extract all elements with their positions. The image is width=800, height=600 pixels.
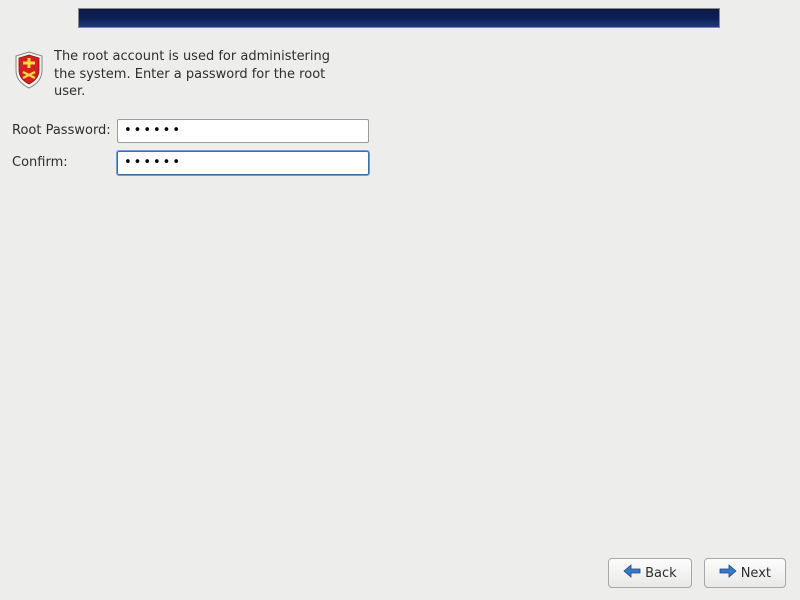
intro-text: The root account is used for administeri…: [54, 48, 344, 101]
confirm-password-input[interactable]: [117, 151, 369, 175]
arrow-left-icon: [623, 564, 641, 582]
header-banner: [78, 8, 720, 28]
back-button-label: Back: [645, 566, 677, 581]
shield-icon: [12, 50, 46, 90]
intro-row: The root account is used for administeri…: [12, 48, 369, 101]
arrow-right-icon: [719, 564, 737, 582]
next-button-label: Next: [741, 566, 771, 581]
confirm-label: Confirm:: [12, 155, 117, 170]
footer-buttons: Back Next: [608, 558, 786, 588]
main-content: The root account is used for administeri…: [12, 48, 369, 183]
next-button[interactable]: Next: [704, 558, 786, 588]
password-label: Root Password:: [12, 123, 117, 138]
root-password-input[interactable]: [117, 119, 369, 143]
back-button[interactable]: Back: [608, 558, 692, 588]
confirm-row: Confirm:: [12, 151, 369, 175]
password-row: Root Password:: [12, 119, 369, 143]
